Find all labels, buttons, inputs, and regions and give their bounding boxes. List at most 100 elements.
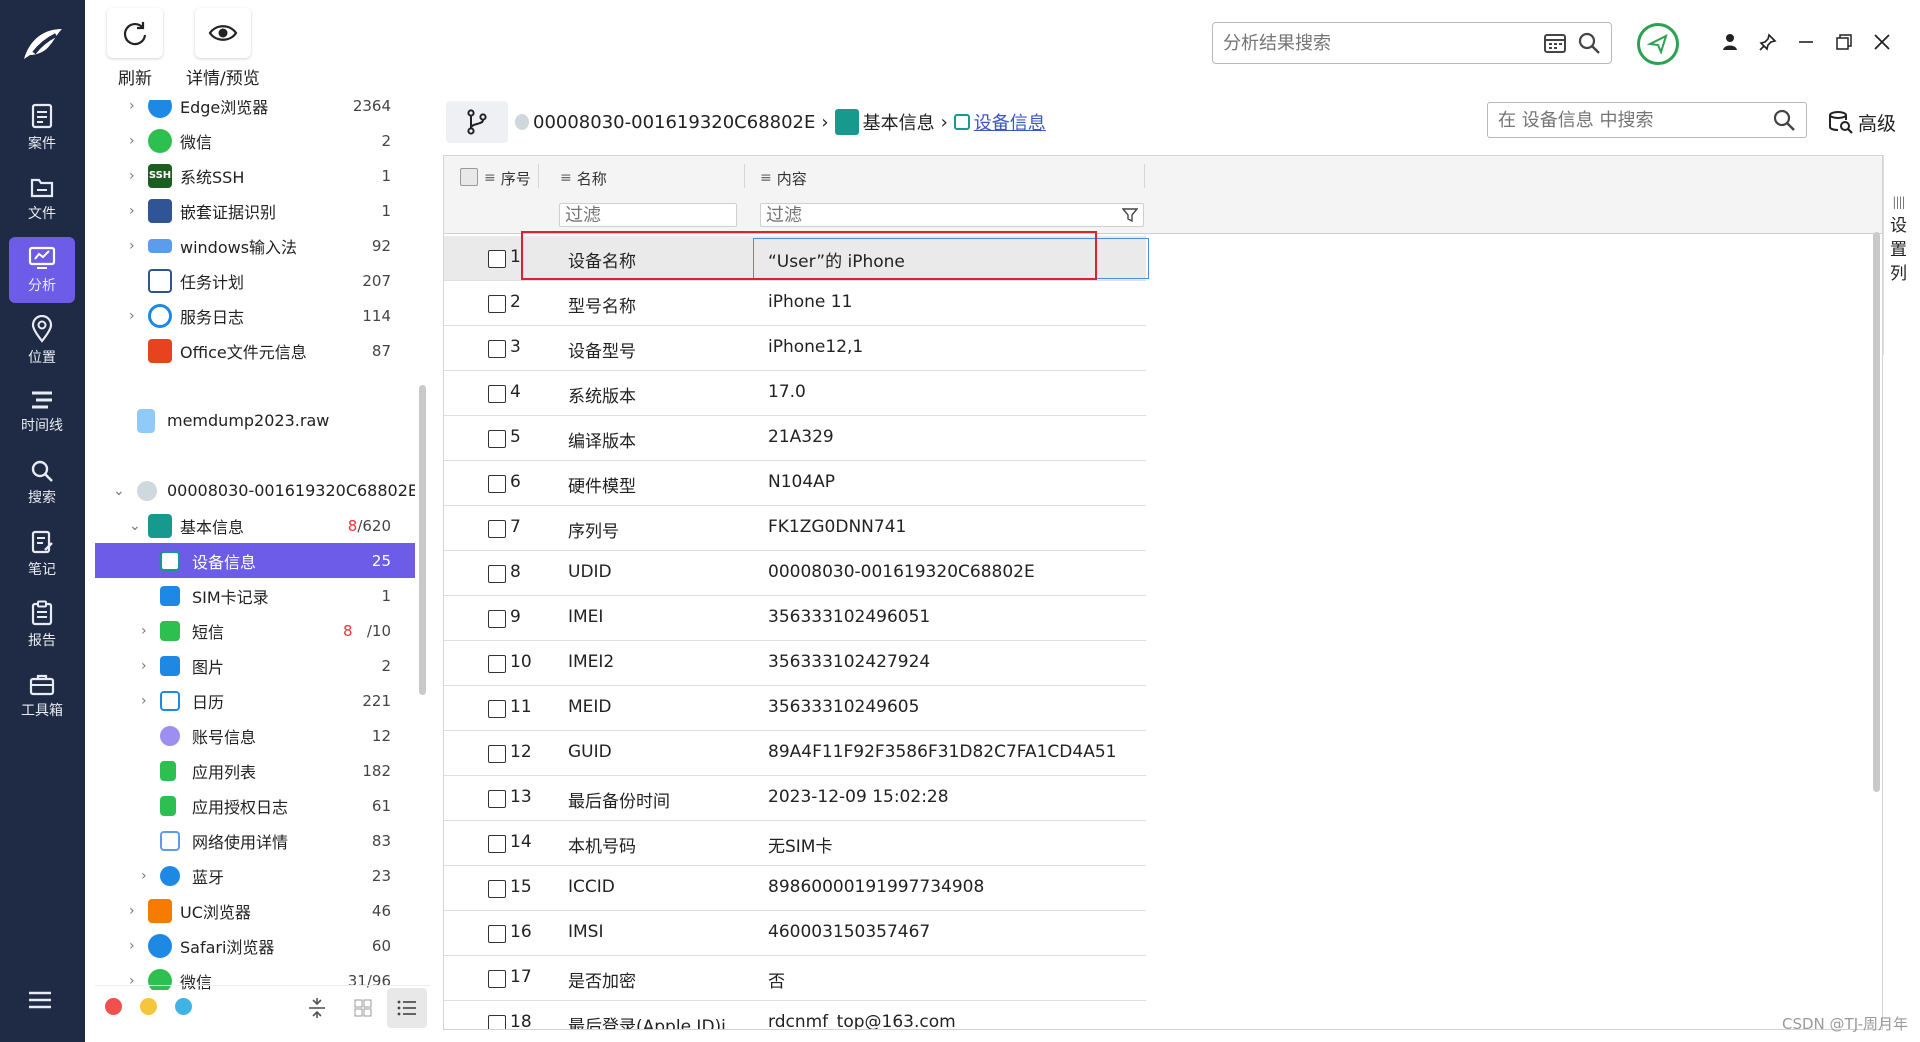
tree-item-basic-info[interactable]: ⌄ 基本信息 8/620 bbox=[95, 508, 415, 543]
tree-item-ssh[interactable]: › SSH 系统SSH 1 bbox=[95, 158, 415, 193]
tree-item-edge[interactable]: › Edge浏览器 2364 bbox=[95, 100, 415, 123]
nav-timeline[interactable]: 时间线 bbox=[9, 379, 75, 445]
row-checkbox[interactable] bbox=[488, 295, 506, 313]
table-row[interactable]: 18 最后登录(Apple ID)i rdcnmf_top@163.com bbox=[444, 1001, 1146, 1029]
tree-item-task-schedule[interactable]: 任务计划 207 bbox=[95, 263, 415, 298]
row-checkbox[interactable] bbox=[488, 790, 506, 808]
column-settings-tab[interactable]: |||| 设 置 列 bbox=[1883, 155, 1913, 355]
row-name-cell[interactable]: MEID bbox=[568, 697, 612, 717]
nav-report[interactable]: 报告 bbox=[9, 592, 75, 658]
close-icon[interactable] bbox=[1870, 30, 1894, 54]
column-header-index[interactable]: ≡ 序号 bbox=[484, 166, 531, 190]
row-name-cell[interactable]: IMSI bbox=[568, 922, 604, 942]
table-row[interactable]: 2 型号名称 iPhone 11 bbox=[444, 281, 1146, 326]
pin-icon[interactable] bbox=[1756, 30, 1780, 54]
tree-item-uc-browser[interactable]: › UC浏览器 46 bbox=[95, 893, 415, 928]
row-content-cell[interactable]: 356333102496051 bbox=[768, 607, 930, 627]
content-filter-input[interactable] bbox=[761, 204, 1117, 226]
chevron-right-icon[interactable]: › bbox=[129, 204, 143, 218]
row-checkbox[interactable] bbox=[488, 565, 506, 583]
row-name-cell[interactable]: 序列号 bbox=[568, 517, 619, 542]
row-checkbox[interactable] bbox=[488, 385, 506, 403]
in-section-search-input[interactable] bbox=[1498, 109, 1772, 131]
row-content-cell[interactable]: 无SIM卡 bbox=[768, 832, 832, 857]
row-name-cell[interactable]: 设备名称 bbox=[568, 247, 636, 272]
table-row[interactable]: 14 本机号码 无SIM卡 bbox=[444, 821, 1146, 866]
row-checkbox[interactable] bbox=[488, 925, 506, 943]
row-name-cell[interactable]: 是否加密 bbox=[568, 967, 636, 992]
grid-view-icon[interactable] bbox=[351, 996, 375, 1020]
share-button[interactable] bbox=[1637, 23, 1679, 65]
table-row[interactable]: 16 IMSI 460003150357467 bbox=[444, 911, 1146, 956]
chevron-right-icon[interactable]: › bbox=[141, 624, 155, 638]
chevron-right-icon[interactable]: › bbox=[141, 869, 155, 883]
nav-files[interactable]: 文件 bbox=[9, 166, 75, 232]
table-row[interactable]: 12 GUID 89A4F11F92F3586F31D82C7FA1CD4A51 bbox=[444, 731, 1146, 776]
row-content-cell[interactable]: 460003150357467 bbox=[768, 922, 930, 942]
table-row[interactable]: 13 最后备份时间 2023-12-09 15:02:28 bbox=[444, 776, 1146, 821]
branch-button[interactable] bbox=[446, 101, 508, 143]
tree-item-calendar[interactable]: › 日历 221 bbox=[95, 683, 415, 718]
breadcrumb-section[interactable]: 基本信息 bbox=[863, 109, 935, 135]
advanced-search-button[interactable]: 高级 bbox=[1828, 107, 1896, 137]
hamburger-menu-icon[interactable] bbox=[27, 990, 57, 1014]
in-section-search-box[interactable] bbox=[1487, 102, 1807, 138]
row-name-cell[interactable]: UDID bbox=[568, 562, 612, 582]
row-content-cell[interactable]: iPhone 11 bbox=[768, 292, 852, 312]
row-name-cell[interactable]: GUID bbox=[568, 742, 612, 762]
row-checkbox[interactable] bbox=[488, 655, 506, 673]
table-row[interactable]: 11 MEID 35633310249605 bbox=[444, 686, 1146, 731]
calendar-icon[interactable] bbox=[1543, 32, 1567, 54]
column-header-name[interactable]: ≡ 名称 bbox=[560, 166, 607, 190]
row-content-cell[interactable]: “User”的 iPhone bbox=[768, 247, 905, 272]
row-name-cell[interactable]: 系统版本 bbox=[568, 382, 636, 407]
user-icon[interactable] bbox=[1718, 30, 1742, 54]
column-menu-icon[interactable]: ≡ bbox=[760, 170, 772, 186]
row-name-cell[interactable]: 编译版本 bbox=[568, 427, 636, 452]
row-content-cell[interactable]: N104AP bbox=[768, 472, 835, 492]
row-name-cell[interactable]: IMEI bbox=[568, 607, 603, 627]
table-row[interactable]: 1 设备名称 “User”的 iPhone bbox=[444, 236, 1149, 281]
row-checkbox[interactable] bbox=[488, 880, 506, 898]
tree-item-device[interactable]: ⌄ 00008030-001619320C68802E bbox=[95, 473, 415, 508]
row-checkbox[interactable] bbox=[488, 475, 506, 493]
chevron-right-icon[interactable]: › bbox=[141, 659, 155, 673]
tree-item-sim-record[interactable]: SIM卡记录 1 bbox=[95, 578, 415, 613]
tree-item-bluetooth[interactable]: › 蓝牙 23 bbox=[95, 858, 415, 893]
row-checkbox[interactable] bbox=[488, 700, 506, 718]
row-checkbox[interactable] bbox=[488, 745, 506, 763]
refresh-button[interactable]: 刷新 bbox=[107, 8, 163, 89]
name-filter-input[interactable] bbox=[560, 204, 790, 226]
tree-scrollbar[interactable] bbox=[419, 385, 426, 695]
row-checkbox[interactable] bbox=[488, 340, 506, 358]
row-checkbox[interactable] bbox=[488, 520, 506, 538]
tree-item-wechat[interactable]: › 微信 2 bbox=[95, 123, 415, 158]
tree-item-app-list[interactable]: 应用列表 182 bbox=[95, 753, 415, 788]
nav-notes[interactable]: 笔记 bbox=[9, 521, 75, 587]
name-filter[interactable] bbox=[559, 203, 806, 227]
column-divider[interactable] bbox=[538, 164, 539, 188]
row-content-cell[interactable]: 89860000191997734908 bbox=[768, 877, 984, 897]
column-divider[interactable] bbox=[744, 164, 745, 188]
minimize-icon[interactable] bbox=[1794, 30, 1818, 54]
chevron-right-icon[interactable]: › bbox=[129, 939, 143, 953]
tree-item-app-auth-log[interactable]: 应用授权日志 61 bbox=[95, 788, 415, 823]
table-row[interactable]: 3 设备型号 iPhone12,1 bbox=[444, 326, 1146, 371]
row-checkbox[interactable] bbox=[488, 250, 506, 268]
row-content-cell[interactable]: 356333102427924 bbox=[768, 652, 930, 672]
tree-item-accounts[interactable]: 账号信息 12 bbox=[95, 718, 415, 753]
row-checkbox[interactable] bbox=[488, 970, 506, 988]
chevron-right-icon[interactable]: › bbox=[129, 134, 143, 148]
table-row[interactable]: 10 IMEI2 356333102427924 bbox=[444, 641, 1146, 686]
tree-item-safari[interactable]: › Safari浏览器 60 bbox=[95, 928, 415, 963]
row-content-cell[interactable]: 21A329 bbox=[768, 427, 834, 447]
row-content-cell[interactable]: FK1ZG0DNN741 bbox=[768, 517, 906, 537]
nav-case[interactable]: 案件 bbox=[9, 95, 75, 161]
search-icon[interactable] bbox=[1577, 31, 1601, 55]
search-icon[interactable] bbox=[1772, 108, 1796, 132]
tree-item-network-usage[interactable]: 网络使用详情 83 bbox=[95, 823, 415, 858]
collapse-icon[interactable] bbox=[305, 996, 329, 1020]
row-name-cell[interactable]: 硬件模型 bbox=[568, 472, 636, 497]
column-divider[interactable] bbox=[1144, 164, 1145, 188]
row-name-cell[interactable]: 本机号码 bbox=[568, 832, 636, 857]
